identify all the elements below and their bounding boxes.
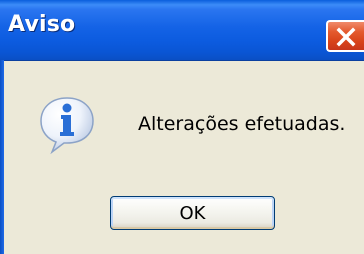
- ok-button[interactable]: OK: [110, 196, 275, 230]
- window-left-border: [0, 60, 4, 254]
- information-icon: [36, 94, 98, 156]
- message-dialog: Aviso Alterações efetuadas. OK: [0, 0, 364, 254]
- window-title: Aviso: [8, 12, 76, 37]
- close-icon: [336, 27, 356, 47]
- title-bar[interactable]: Aviso: [0, 0, 364, 61]
- ok-button-label: OK: [179, 202, 206, 224]
- dialog-message: Alterações efetuadas.: [138, 113, 346, 135]
- close-button[interactable]: [326, 20, 364, 52]
